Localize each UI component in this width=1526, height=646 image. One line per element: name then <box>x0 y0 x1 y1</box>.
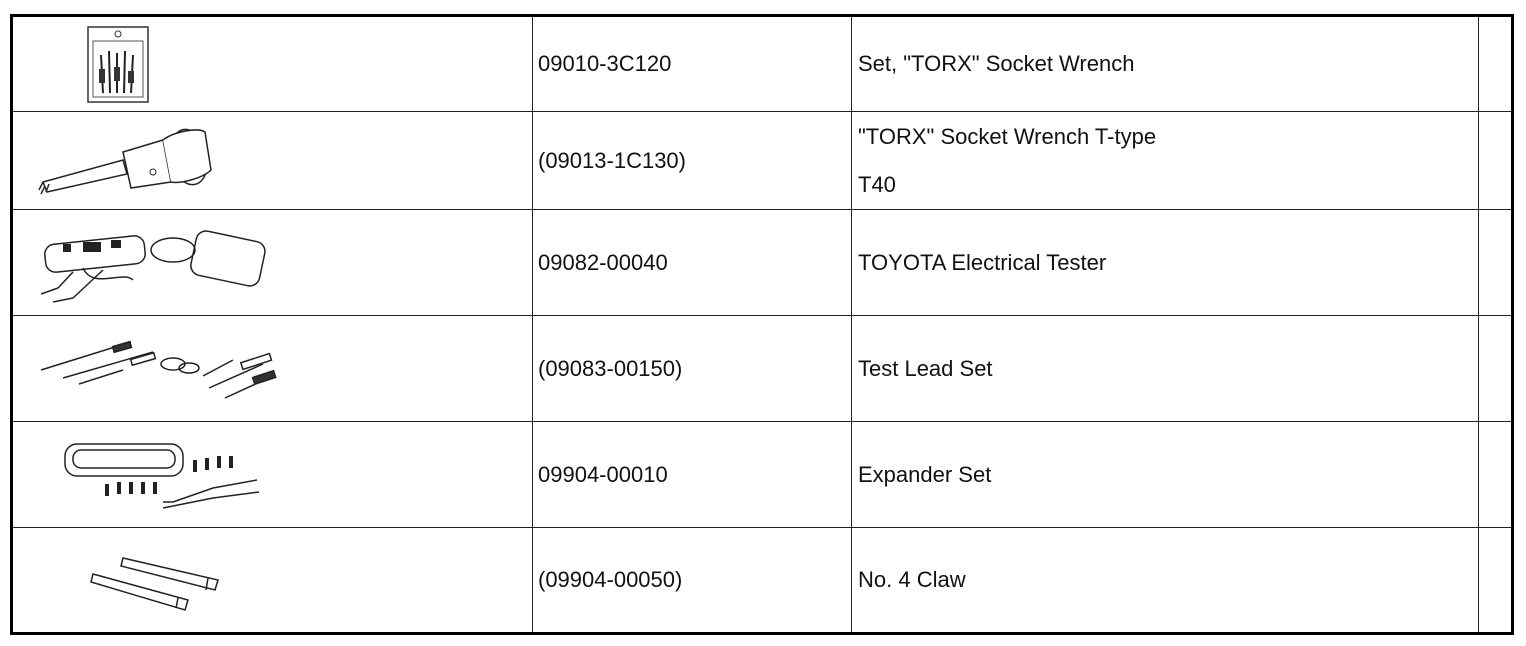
tool-name-text: Test Lead Set <box>858 355 993 381</box>
tool-illustration-cell <box>11 421 533 528</box>
electrical-tester-icon <box>40 230 266 303</box>
table-row: (09083-00150) Test Lead Set <box>11 315 1513 422</box>
tool-name-text: "TORX" Socket Wrench T-type <box>858 124 1157 149</box>
tool-illustration-cell <box>11 209 533 316</box>
special-tools-table: 09010-3C120 Set, "TORX" Socket Wrench (0… <box>10 14 1514 635</box>
tool-name: Expander Set <box>851 421 1479 528</box>
empty-cell <box>1478 527 1513 634</box>
empty-cell <box>1478 111 1513 210</box>
expander-set-icon <box>64 443 260 509</box>
empty-cell <box>1478 421 1513 528</box>
part-number: (09083-00150) <box>532 315 852 422</box>
test-lead-set-icon <box>40 340 277 399</box>
table-row: 09010-3C120 Set, "TORX" Socket Wrench <box>11 15 1513 112</box>
tool-name: TOYOTA Electrical Tester <box>851 209 1479 316</box>
tool-name: No. 4 Claw <box>851 527 1479 634</box>
part-number: 09082-00040 <box>532 209 852 316</box>
tool-illustration-cell <box>11 315 533 422</box>
tool-name: Test Lead Set <box>851 315 1479 422</box>
tool-size-detail: T40 <box>858 171 896 197</box>
empty-cell <box>1478 209 1513 316</box>
tool-name: Set, "TORX" Socket Wrench <box>851 15 1479 112</box>
tool-illustration-cell <box>11 527 533 634</box>
torx-socket-wrench-set-icon <box>87 26 149 103</box>
part-number: 09010-3C120 <box>532 15 852 112</box>
tool-illustration-cell <box>11 111 533 210</box>
tool-name-text: Expander Set <box>858 461 992 487</box>
claw-tool-icon <box>90 557 219 611</box>
part-number: (09904-00050) <box>532 527 852 634</box>
table-row: 09904-00010 Expander Set <box>11 421 1513 528</box>
tool-name: "TORX" Socket Wrench T-type T40 <box>851 111 1479 210</box>
table-row: 09082-00040 TOYOTA Electrical Tester <box>11 209 1513 316</box>
tool-name-text: Set, "TORX" Socket Wrench <box>858 51 1135 77</box>
table-row: (09013-1C130) "TORX" Socket Wrench T-typ… <box>11 111 1513 210</box>
tool-name-text: TOYOTA Electrical Tester <box>858 249 1107 275</box>
part-number: 09904-00010 <box>532 421 852 528</box>
empty-cell <box>1478 315 1513 422</box>
empty-cell <box>1478 15 1513 112</box>
tool-illustration-cell <box>11 15 533 112</box>
table-row: (09904-00050) No. 4 Claw <box>11 527 1513 634</box>
torx-t-type-wrench-icon <box>38 128 212 195</box>
tool-name-text: No. 4 Claw <box>858 567 966 593</box>
part-number: (09013-1C130) <box>532 111 852 210</box>
